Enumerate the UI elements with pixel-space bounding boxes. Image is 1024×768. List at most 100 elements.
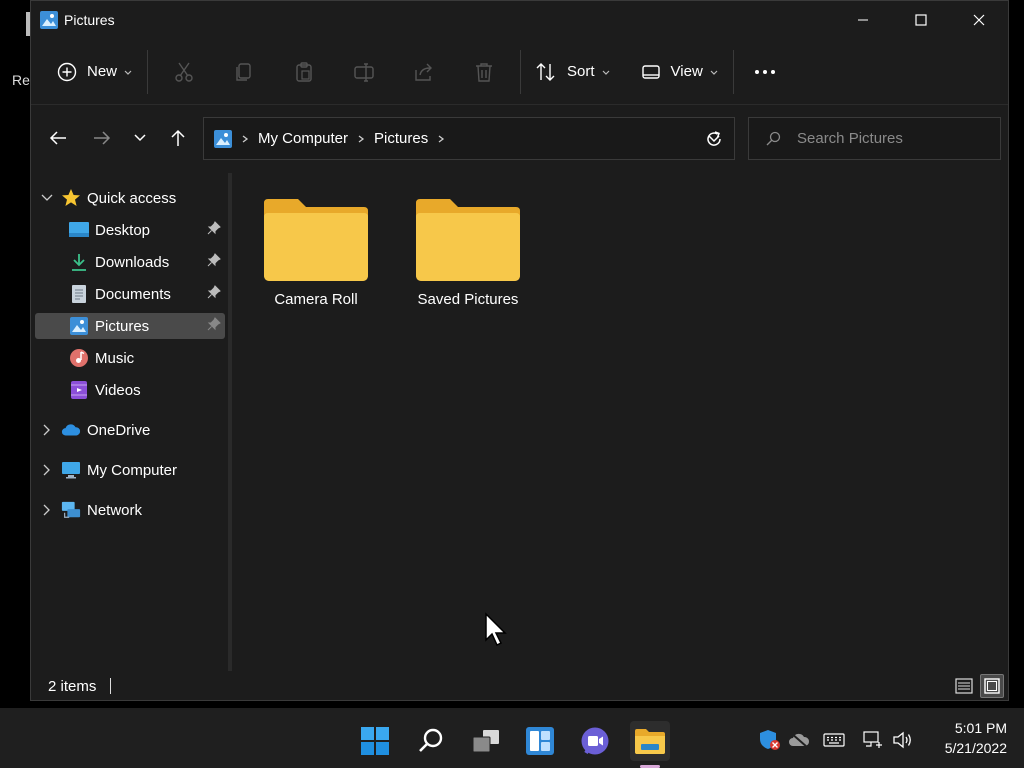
chevron-right-icon	[358, 134, 365, 143]
document-icon	[69, 284, 89, 304]
file-explorer-taskbar-button[interactable]	[630, 721, 670, 761]
desktop-icon	[69, 220, 89, 240]
chevron-right-icon	[242, 134, 249, 143]
share-button[interactable]	[394, 54, 454, 90]
sidebar-item-label: Desktop	[95, 221, 151, 239]
chevron-right-icon[interactable]	[39, 504, 55, 516]
rename-button[interactable]	[334, 54, 394, 90]
close-icon	[973, 14, 985, 26]
cloud-icon	[61, 420, 81, 440]
status-bar: 2 items	[31, 671, 1008, 701]
pin-icon	[207, 285, 221, 303]
folder-item-saved-pictures[interactable]: Saved Pictures	[403, 195, 533, 335]
chevron-down-icon[interactable]	[39, 194, 55, 202]
sort-button[interactable]: Sort	[527, 54, 619, 90]
sidebar-item-label: Downloads	[95, 253, 170, 271]
shield-warning-icon	[760, 730, 780, 750]
search-input[interactable]	[797, 130, 987, 147]
music-icon	[69, 348, 89, 368]
file-list-view: Camera Roll Saved Pictures	[233, 173, 1007, 671]
clock-date: 5/21/2022	[944, 740, 1007, 756]
search-taskbar-button[interactable]	[411, 721, 451, 761]
view-button[interactable]: View	[633, 54, 727, 90]
sidebar-item-videos[interactable]: Videos	[35, 377, 225, 403]
minimize-button[interactable]	[834, 1, 892, 39]
keyboard-tray-icon[interactable]	[821, 728, 847, 752]
recent-locations-button[interactable]	[121, 119, 159, 157]
sidebar-item-network[interactable]: Network	[35, 497, 225, 523]
clock[interactable]: 5:01 PM 5/21/2022	[925, 718, 1007, 758]
refresh-button[interactable]	[695, 120, 733, 158]
chevron-down-icon	[602, 70, 609, 75]
sidebar-item-onedrive[interactable]: OneDrive	[35, 417, 225, 443]
text-cursor	[110, 678, 112, 694]
delete-button[interactable]	[454, 54, 514, 90]
copy-button[interactable]	[214, 54, 274, 90]
network-tray-icon[interactable]	[860, 728, 886, 752]
search-box[interactable]	[748, 117, 1001, 160]
pane-splitter[interactable]	[228, 173, 232, 671]
share-icon	[415, 63, 433, 81]
window-title: Pictures	[64, 12, 115, 28]
security-tray-icon[interactable]	[757, 728, 783, 752]
sort-icon	[536, 62, 555, 81]
see-more-button[interactable]	[740, 54, 790, 90]
speaker-icon	[893, 731, 911, 749]
forward-button[interactable]	[83, 119, 121, 157]
task-view-button[interactable]	[466, 721, 506, 761]
sidebar-item-quick-access[interactable]: Quick access	[35, 185, 225, 211]
sidebar-item-downloads[interactable]: Downloads	[35, 249, 225, 275]
sidebar-item-label: My Computer	[87, 461, 178, 479]
address-bar[interactable]: My Computer Pictures	[203, 117, 735, 160]
sidebar-item-my-computer[interactable]: My Computer	[35, 457, 225, 483]
up-button[interactable]	[159, 119, 197, 157]
widgets-button[interactable]	[520, 721, 560, 761]
chevron-right-icon[interactable]	[39, 464, 55, 476]
view-label: View	[670, 63, 703, 80]
mouse-pointer-icon	[485, 612, 507, 647]
volume-tray-icon[interactable]	[890, 728, 916, 752]
separator	[732, 49, 734, 94]
file-explorer-window: Pictures New Sort View My Computer Pictu…	[30, 0, 1009, 701]
pin-icon	[207, 253, 221, 271]
folder-icon	[264, 199, 368, 281]
chevron-down-icon	[134, 133, 146, 141]
back-button[interactable]	[39, 119, 77, 157]
cut-button[interactable]	[154, 54, 214, 90]
separator	[147, 49, 149, 94]
breadcrumb-pictures[interactable]: Pictures	[374, 130, 428, 147]
task-view-icon	[472, 730, 499, 753]
maximize-icon	[915, 14, 927, 26]
close-button[interactable]	[950, 1, 1008, 39]
file-explorer-icon	[635, 729, 665, 754]
breadcrumb-my-computer[interactable]: My Computer	[258, 130, 348, 147]
chevron-right-icon[interactable]	[39, 424, 55, 436]
start-button[interactable]	[355, 721, 395, 761]
sidebar-item-desktop[interactable]: Desktop	[35, 217, 225, 243]
paste-icon	[296, 61, 312, 82]
onedrive-tray-icon[interactable]	[786, 728, 812, 752]
chevron-down-icon	[124, 70, 132, 75]
pin-icon	[207, 317, 221, 335]
view-icon	[641, 64, 660, 79]
title-bar[interactable]: Pictures	[31, 1, 1008, 39]
maximize-button[interactable]	[892, 1, 950, 39]
large-icons-view-button[interactable]	[980, 674, 1004, 698]
folder-name: Camera Roll	[274, 291, 358, 308]
details-view-button[interactable]	[952, 674, 976, 698]
desktop-icon-label[interactable]: Re	[12, 72, 30, 88]
taskbar: 5:01 PM 5/21/2022	[0, 708, 1024, 768]
chat-button[interactable]	[575, 721, 615, 761]
sidebar-item-pictures[interactable]: Pictures	[35, 313, 225, 339]
ethernet-icon	[863, 731, 882, 748]
command-bar: New Sort View	[31, 39, 1008, 105]
sidebar-item-documents[interactable]: Documents	[35, 281, 225, 307]
arrow-left-icon	[49, 130, 66, 145]
sidebar-item-music[interactable]: Music	[35, 345, 225, 371]
star-icon	[61, 188, 81, 208]
folder-item-camera-roll[interactable]: Camera Roll	[251, 195, 381, 335]
paste-button[interactable]	[274, 54, 334, 90]
new-button[interactable]: New	[49, 54, 141, 90]
sidebar-item-label: Quick access	[87, 189, 177, 207]
cut-icon	[175, 62, 193, 82]
